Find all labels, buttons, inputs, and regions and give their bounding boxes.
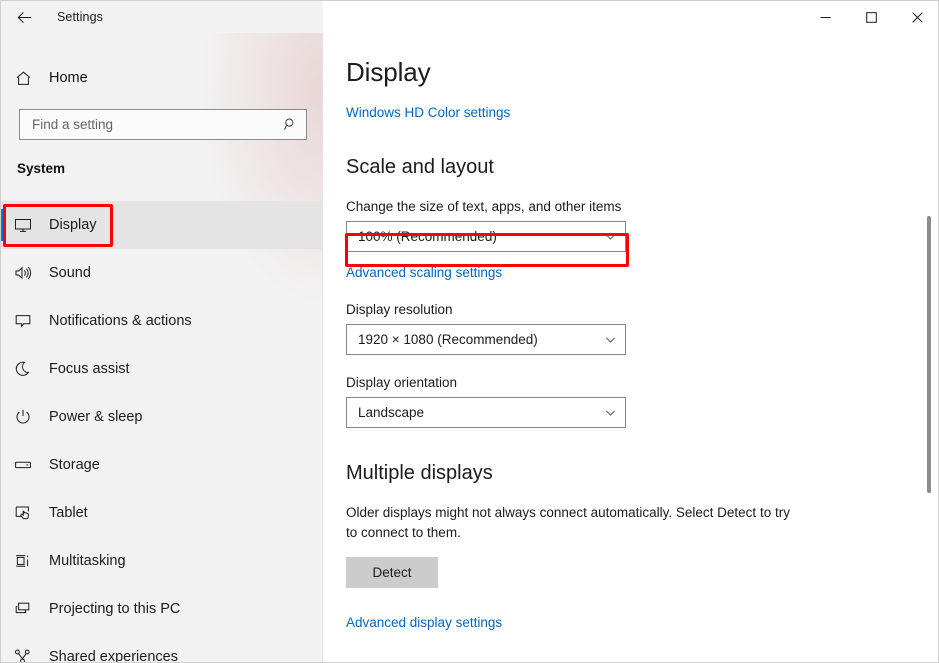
scrollbar-thumb[interactable]	[927, 216, 931, 493]
sidebar-item-power-sleep[interactable]: Power & sleep	[1, 393, 322, 441]
sidebar-item-home[interactable]: Home	[1, 61, 322, 95]
multiple-displays-heading: Multiple displays	[346, 462, 493, 484]
sidebar-item-home-label: Home	[49, 70, 88, 86]
sidebar-nav-list: Display Sound Notifications & actions Fo…	[1, 201, 322, 663]
orientation-dropdown[interactable]: Landscape	[346, 397, 626, 428]
maximize-icon	[865, 11, 877, 23]
sidebar-item-notifications-label: Notifications & actions	[49, 313, 192, 329]
minimize-icon	[820, 12, 831, 23]
window-title: Settings	[57, 10, 103, 24]
main-scrollbar[interactable]	[921, 34, 937, 662]
sidebar-item-focus-assist[interactable]: Focus assist	[1, 345, 322, 393]
sidebar-item-projecting-label: Projecting to this PC	[49, 601, 181, 617]
advanced-scaling-settings-link[interactable]: Advanced scaling settings	[346, 265, 502, 280]
sidebar-item-power-sleep-label: Power & sleep	[49, 409, 143, 425]
sidebar-item-display-label: Display	[49, 217, 97, 233]
chevron-down-icon	[595, 230, 625, 243]
sidebar-item-notifications[interactable]: Notifications & actions	[1, 297, 322, 345]
window-controls	[802, 1, 938, 33]
drive-icon	[1, 456, 45, 474]
title-bar-left: Settings	[1, 1, 323, 33]
settings-window: Home System	[0, 0, 939, 663]
title-bar: Settings	[1, 1, 938, 33]
scale-and-layout-heading: Scale and layout	[346, 156, 494, 178]
chevron-down-icon	[595, 406, 625, 419]
chevron-down-icon	[595, 333, 625, 346]
main-content: Display Windows HD Color settings Scale …	[324, 33, 938, 662]
main-content-inner: Display Windows HD Color settings Scale …	[324, 57, 938, 632]
scale-dropdown-value: 100% (Recommended)	[358, 229, 497, 244]
selection-indicator	[1, 209, 4, 241]
projecting-icon	[1, 600, 45, 618]
windows-hd-color-settings-link[interactable]: Windows HD Color settings	[346, 105, 510, 120]
search-icon[interactable]	[283, 117, 298, 132]
orientation-field-label: Display orientation	[346, 375, 458, 390]
sidebar-item-storage[interactable]: Storage	[1, 441, 322, 489]
search-box[interactable]	[19, 109, 307, 140]
minimize-button[interactable]	[802, 1, 848, 33]
search-container	[19, 109, 307, 140]
sidebar-item-sound-label: Sound	[49, 265, 91, 281]
search-input[interactable]	[32, 117, 283, 132]
resolution-field-label: Display resolution	[346, 302, 453, 317]
page-title: Display	[346, 57, 431, 87]
speech-bubble-icon	[1, 312, 45, 330]
sidebar-item-multitasking-label: Multitasking	[49, 553, 126, 569]
sidebar-item-multitasking[interactable]: Multitasking	[1, 537, 322, 585]
multiple-displays-description: Older displays might not always connect …	[346, 505, 790, 540]
sidebar-item-shared-experiences[interactable]: Shared experiences	[1, 633, 322, 663]
detect-button[interactable]: Detect	[346, 557, 438, 588]
back-button[interactable]	[1, 1, 47, 33]
speaker-icon	[1, 264, 45, 282]
power-icon	[1, 408, 45, 426]
sidebar-item-projecting[interactable]: Projecting to this PC	[1, 585, 322, 633]
sidebar-section-header: System	[17, 161, 66, 176]
back-arrow-icon	[16, 9, 33, 26]
sidebar-item-focus-assist-label: Focus assist	[49, 361, 130, 377]
scale-field-label: Change the size of text, apps, and other…	[346, 199, 622, 214]
scale-dropdown[interactable]: 100% (Recommended)	[346, 221, 626, 252]
advanced-display-settings-link[interactable]: Advanced display settings	[346, 615, 502, 630]
shared-icon	[1, 648, 45, 662]
tablet-touch-icon	[1, 504, 45, 522]
resolution-dropdown-value: 1920 × 1080 (Recommended)	[358, 332, 538, 347]
sidebar-item-shared-experiences-label: Shared experiences	[49, 649, 178, 663]
sidebar-item-tablet[interactable]: Tablet	[1, 489, 322, 537]
orientation-dropdown-value: Landscape	[358, 405, 425, 420]
sidebar-item-display[interactable]: Display	[1, 201, 322, 249]
sidebar-item-tablet-label: Tablet	[49, 505, 88, 521]
close-button[interactable]	[894, 1, 938, 33]
sidebar-item-sound[interactable]: Sound	[1, 249, 322, 297]
close-icon	[911, 11, 923, 23]
resolution-dropdown[interactable]: 1920 × 1080 (Recommended)	[346, 324, 626, 355]
sidebar-item-storage-label: Storage	[49, 457, 100, 473]
moon-icon	[1, 360, 45, 378]
maximize-button[interactable]	[848, 1, 894, 33]
multitasking-icon	[1, 552, 45, 570]
monitor-icon	[1, 216, 45, 234]
home-icon	[1, 70, 45, 87]
sidebar: Home System	[1, 1, 323, 663]
